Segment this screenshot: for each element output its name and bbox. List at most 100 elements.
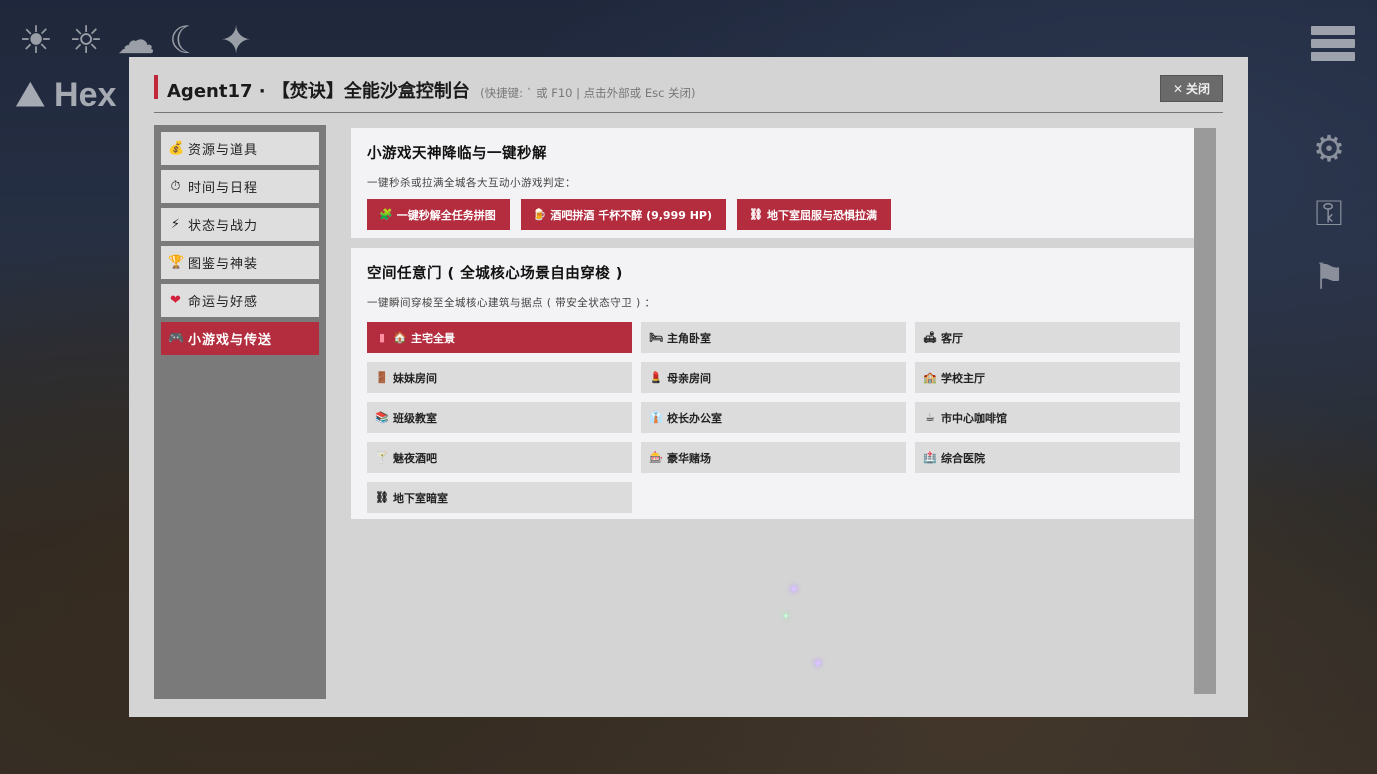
sidebar-item-resources[interactable]: 💰 资源与道具 xyxy=(161,132,319,165)
location-label: 母亲房间 xyxy=(667,371,711,385)
section-desc: 一键瞬间穿梭至全城核心建筑与据点 ( 带安全状态守卫 ) ： xyxy=(367,297,656,309)
sidebar-nav: 💰 资源与道具 ⏱ 时间与日程 ⚡ 状态与战力 🏆 图鉴与神装 ❤ 命运与好感 … xyxy=(154,125,326,699)
solve-puzzle-button[interactable]: 🧩 一键秒解全任务拼图 xyxy=(367,199,510,230)
location-label: 校长办公室 xyxy=(667,411,722,425)
hospital-icon: 🏥 xyxy=(923,451,937,464)
sidebar-item-time[interactable]: ⏱ 时间与日程 xyxy=(161,170,319,203)
location-classroom[interactable]: 📚 班级教室 xyxy=(367,402,632,433)
button-label: 一键秒解全任务拼图 xyxy=(396,208,496,222)
sidebar-item-minigames[interactable]: 🎮 小游戏与传送 xyxy=(161,322,319,355)
content-panel: 小游戏天神降临与一键秒解 一键秒杀或拉满全城各大互动小游戏判定： 🧩 一键秒解全… xyxy=(351,128,1194,694)
sidebar-item-label: 时间与日程 xyxy=(188,181,259,196)
logo-text: Hex xyxy=(54,76,117,114)
game-logo: ⛰ Hex xyxy=(16,76,116,115)
sparkle-effect: ✦ xyxy=(788,582,800,598)
money-bag-icon: 💰 xyxy=(168,141,186,156)
section-title: 空间任意门 ( 全城核心场景自由穿梭 ) xyxy=(367,266,623,282)
heart-icon: ❤ xyxy=(170,293,182,308)
basement-max-button[interactable]: ⛓ 地下室屈服与恐惧拉满 xyxy=(737,199,891,230)
location-label: 主角卧室 xyxy=(667,331,711,345)
chain-icon: ⛓ xyxy=(749,208,763,221)
sidebar-item-label: 命运与好感 xyxy=(188,295,259,310)
location-label: 妹妹房间 xyxy=(393,371,437,385)
location-label: 魅夜酒吧 xyxy=(393,451,437,465)
sidebar-item-label: 状态与战力 xyxy=(188,219,259,234)
teleport-section: 空间任意门 ( 全城核心场景自由穿梭 ) 一键瞬间穿梭至全城核心建筑与据点 ( … xyxy=(351,248,1194,519)
beer-icon: 🍺 xyxy=(532,208,547,221)
location-label: 客厅 xyxy=(941,331,963,345)
location-casino[interactable]: 🎰 豪华赌场 xyxy=(641,442,906,473)
location-living-room[interactable]: 🛋 客厅 xyxy=(915,322,1180,353)
sparkle-effect: ✦ xyxy=(812,656,824,672)
sidebar-item-label: 小游戏与传送 xyxy=(188,333,273,348)
hud-side-icons: ⚙ ⚿ ⚑ xyxy=(1299,118,1359,310)
chain-icon: ⛓ xyxy=(375,491,389,504)
location-label: 综合医院 xyxy=(941,451,985,465)
section-desc: 一键秒杀或拉满全城各大互动小游戏判定： xyxy=(367,177,576,189)
cocktail-icon: 🍸 xyxy=(375,451,389,464)
puzzle-icon: 🧩 xyxy=(379,208,393,221)
content-scrollbar[interactable] xyxy=(1194,128,1216,694)
house-icon: 🏠 xyxy=(393,331,407,344)
location-grid: ▮ 🏠 主宅全景 🛏 主角卧室 🛋 客厅 🚪 妹妹房间 💄 母亲房间 🏫 学校主… xyxy=(367,322,1180,513)
lightning-icon: ⚡ xyxy=(170,217,182,232)
section-divider xyxy=(351,238,1194,248)
button-label: 酒吧拼酒 千杯不醉 (9,999 HP) xyxy=(550,208,713,222)
bar-drinking-button[interactable]: 🍺 酒吧拼酒 千杯不醉 (9,999 HP) xyxy=(520,199,727,230)
hud-menu-button[interactable] xyxy=(1311,26,1355,65)
section-title: 小游戏天神降临与一键秒解 xyxy=(367,146,547,162)
sidebar-item-label: 资源与道具 xyxy=(188,143,259,158)
books-icon: 📚 xyxy=(375,411,389,424)
door-icon: 🚪 xyxy=(375,371,389,384)
location-hospital[interactable]: 🏥 综合医院 xyxy=(915,442,1180,473)
weather-indicator: ☀ ☼ ☁ ☾ ✦ xyxy=(14,18,258,62)
location-cafe[interactable]: ☕ 市中心咖啡馆 xyxy=(915,402,1180,433)
gamepad-icon: 🎮 xyxy=(168,331,186,346)
lock-icon[interactable]: ⚿ xyxy=(1299,182,1359,246)
sidebar-item-label: 图鉴与神装 xyxy=(188,257,259,272)
sun-icon: ☼ xyxy=(68,18,104,62)
slot-machine-icon: 🎰 xyxy=(649,451,663,464)
star-icon: ✦ xyxy=(220,18,252,62)
title-text: Agent17 · 【焚诀】全能沙盒控制台 xyxy=(167,81,470,102)
sidebar-item-collection[interactable]: 🏆 图鉴与神装 xyxy=(161,246,319,279)
location-label: 班级教室 xyxy=(393,411,437,425)
school-icon: 🏫 xyxy=(923,371,937,384)
sidebar-item-fate[interactable]: ❤ 命运与好感 xyxy=(161,284,319,317)
minigame-buttons: 🧩 一键秒解全任务拼图 🍺 酒吧拼酒 千杯不醉 (9,999 HP) ⛓ 地下室… xyxy=(367,199,1178,230)
sandbox-console-modal: Agent17 · 【焚诀】全能沙盒控制台 (快捷键: ` 或 F10 | 点击… xyxy=(129,57,1248,717)
location-label: 主宅全景 xyxy=(411,331,455,345)
necktie-icon: 👔 xyxy=(649,411,663,424)
sidebar-item-status[interactable]: ⚡ 状态与战力 xyxy=(161,208,319,241)
sparkle-effect: ✦ xyxy=(782,612,790,622)
mountain-icon: ⛰ xyxy=(16,76,45,114)
lipstick-dot-icon: ▮ xyxy=(378,331,386,344)
cloud-icon: ☁ xyxy=(117,18,155,62)
location-school-hall[interactable]: 🏫 学校主厅 xyxy=(915,362,1180,393)
modal-header: Agent17 · 【焚诀】全能沙盒控制台 (快捷键: ` 或 F10 | 点击… xyxy=(154,75,1223,113)
location-label: 市中心咖啡馆 xyxy=(941,411,1007,425)
trophy-icon: 🏆 xyxy=(168,255,186,270)
location-principal-office[interactable]: 👔 校长办公室 xyxy=(641,402,906,433)
settings-icon[interactable]: ⚙ xyxy=(1299,118,1359,182)
sunrise-icon: ☀ xyxy=(18,18,54,62)
modal-title: Agent17 · 【焚诀】全能沙盒控制台 (快捷键: ` 或 F10 | 点击… xyxy=(167,77,696,103)
location-sister-room[interactable]: 🚪 妹妹房间 xyxy=(367,362,632,393)
shortcut-hint: (快捷键: ` 或 F10 | 点击外部或 Esc 关闭) xyxy=(480,86,696,100)
close-label: 关闭 xyxy=(1186,82,1211,96)
lipstick-icon: 💄 xyxy=(649,371,663,384)
location-mother-room[interactable]: 💄 母亲房间 xyxy=(641,362,906,393)
minigame-section: 小游戏天神降临与一键秒解 一键秒杀或拉满全城各大互动小游戏判定： 🧩 一键秒解全… xyxy=(351,128,1194,238)
close-icon: ✕ xyxy=(1172,81,1184,96)
location-bedroom[interactable]: 🛏 主角卧室 xyxy=(641,322,906,353)
button-label: 地下室屈服与恐惧拉满 xyxy=(766,208,877,222)
close-button[interactable]: ✕ 关闭 xyxy=(1160,75,1223,102)
coffee-icon: ☕ xyxy=(925,411,935,424)
sofa-icon: 🛋 xyxy=(923,331,937,344)
location-label: 学校主厅 xyxy=(941,371,985,385)
title-accent xyxy=(154,75,158,99)
flag-icon[interactable]: ⚑ xyxy=(1299,246,1359,310)
location-bar[interactable]: 🍸 魅夜酒吧 xyxy=(367,442,632,473)
location-main-house[interactable]: ▮ 🏠 主宅全景 xyxy=(367,322,632,353)
location-basement[interactable]: ⛓ 地下室暗室 xyxy=(367,482,632,513)
